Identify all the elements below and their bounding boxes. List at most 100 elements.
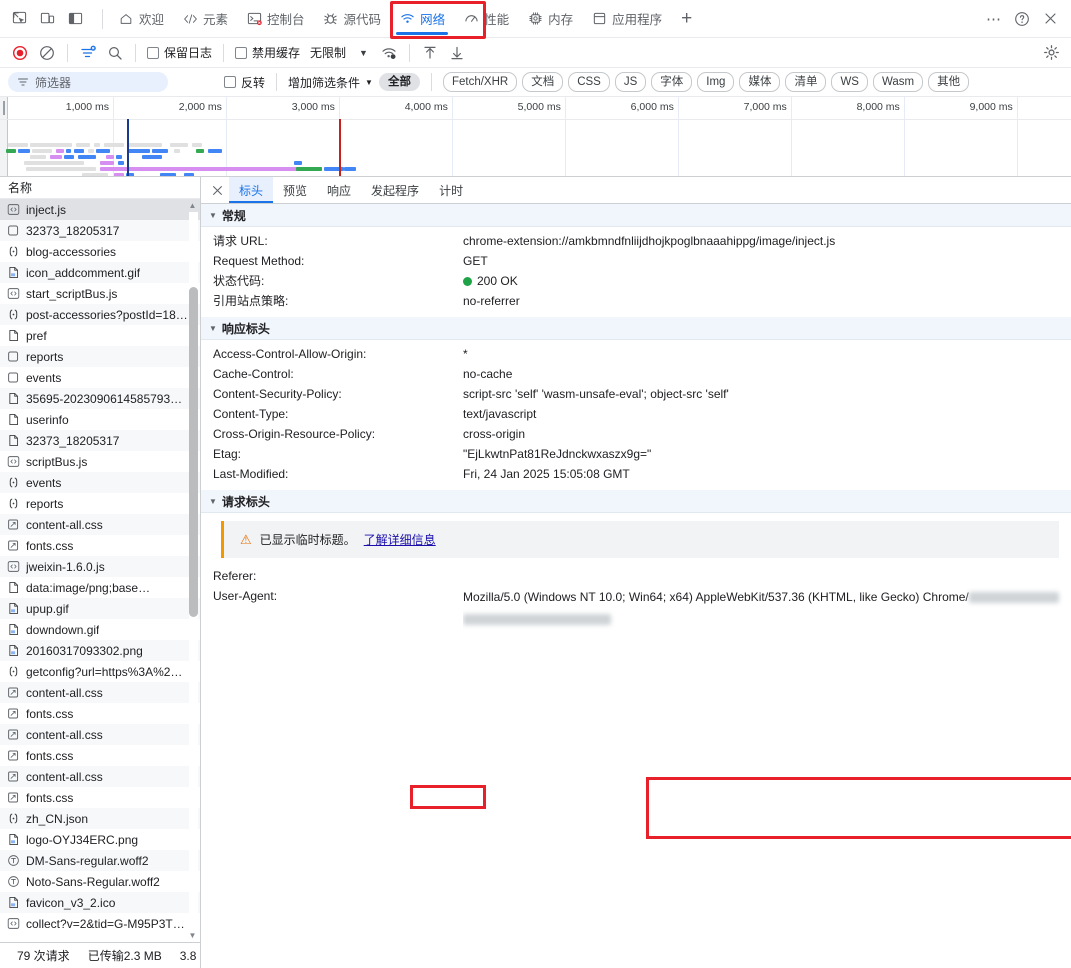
request-list-item[interactable]: fonts.css	[0, 787, 200, 808]
request-list-item[interactable]: 35695-20230906145857937…	[0, 388, 200, 409]
request-list-item[interactable]: reports	[0, 346, 200, 367]
tab-welcome[interactable]: 欢迎	[109, 0, 173, 37]
detail-tab-response[interactable]: 响应	[317, 177, 361, 203]
request-list-item[interactable]: icon_addcomment.gif	[0, 262, 200, 283]
tab-network[interactable]: 网络	[390, 0, 454, 37]
scroll-up-arrow[interactable]: ▲	[186, 199, 199, 212]
request-list-item[interactable]: fonts.css	[0, 535, 200, 556]
request-list-item[interactable]: events	[0, 367, 200, 388]
chevron-down-icon[interactable]: ▼	[353, 48, 374, 58]
record-button[interactable]	[8, 41, 32, 65]
request-list-item[interactable]: userinfo	[0, 409, 200, 430]
more-options-icon[interactable]: ⋯	[981, 6, 1007, 32]
tab-elements[interactable]: 元素	[173, 0, 237, 37]
filter-toggle-icon[interactable]	[76, 41, 100, 65]
request-list-item[interactable]: zh_CN.json	[0, 808, 200, 829]
request-list-item[interactable]: DM-Sans-regular.woff2	[0, 850, 200, 871]
performance-icon	[463, 11, 479, 27]
search-button[interactable]	[103, 41, 127, 65]
request-list-item[interactable]: post-accessories?postId=18…	[0, 304, 200, 325]
request-list-item[interactable]: 32373_18205317	[0, 430, 200, 451]
kv-key: Content-Type:	[213, 404, 463, 424]
request-list-item[interactable]: pref	[0, 325, 200, 346]
scrollbar-thumb[interactable]	[189, 287, 198, 617]
type-chip-font[interactable]: 字体	[651, 72, 692, 92]
type-chip-media[interactable]: 媒体	[739, 72, 780, 92]
type-chip-other[interactable]: 其他	[928, 72, 969, 92]
request-list-item[interactable]: logo-OYJ34ERC.png	[0, 829, 200, 850]
request-list-item[interactable]: Noto-Sans-Regular.woff2	[0, 871, 200, 892]
close-devtools-icon[interactable]	[1037, 6, 1063, 32]
request-list-item[interactable]: 32373_18205317	[0, 220, 200, 241]
invert-checkbox[interactable]: 反转	[224, 74, 265, 91]
request-list-scroll[interactable]: inject.js32373_18205317blog-accessoriesi…	[0, 199, 200, 942]
request-list-item[interactable]: content-all.css	[0, 766, 200, 787]
inspect-element-icon[interactable]	[6, 6, 32, 32]
request-list-item[interactable]: scriptBus.js	[0, 451, 200, 472]
filter-input[interactable]: 筛选器	[8, 72, 168, 92]
request-list-item[interactable]: content-all.css	[0, 682, 200, 703]
section-response-headers-header[interactable]: ▼ 响应标头	[201, 317, 1071, 340]
more-filters-dropdown[interactable]: 增加筛选条件 ▼	[288, 74, 373, 91]
clear-button[interactable]	[35, 41, 59, 65]
tab-performance[interactable]: 性能	[454, 0, 518, 37]
type-chip-manifest[interactable]: 清单	[785, 72, 826, 92]
tab-console[interactable]: 控制台	[237, 0, 314, 37]
type-chip-all[interactable]: 全部	[379, 73, 420, 91]
tab-welcome-label: 欢迎	[139, 9, 164, 28]
request-list-item-label: upup.gif	[26, 602, 69, 616]
detail-tab-preview[interactable]: 预览	[273, 177, 317, 203]
disable-cache-checkbox[interactable]: 禁用缓存	[232, 44, 303, 61]
request-list-item[interactable]: favicon_v3_2.ico	[0, 892, 200, 913]
request-list-item[interactable]: 20160317093302.png	[0, 640, 200, 661]
request-list-item[interactable]: fonts.css	[0, 745, 200, 766]
kv-value[interactable]: chrome-extension://amkbmndfnliijdhojkpog…	[463, 231, 1071, 251]
overview-left-handle[interactable]	[0, 97, 8, 177]
detail-tab-timing[interactable]: 计时	[429, 177, 473, 203]
tab-sources[interactable]: 源代码	[314, 0, 391, 37]
request-list-item[interactable]: jweixin-1.6.0.js	[0, 556, 200, 577]
request-list-item[interactable]: content-all.css	[0, 514, 200, 535]
close-detail-icon[interactable]	[205, 178, 229, 202]
type-chip-ws[interactable]: WS	[831, 72, 868, 92]
tab-memory[interactable]: 内存	[518, 0, 582, 37]
request-list-item[interactable]: fonts.css	[0, 703, 200, 724]
network-conditions-icon[interactable]	[377, 41, 401, 65]
settings-gear-icon[interactable]	[1039, 41, 1063, 65]
help-icon[interactable]	[1009, 6, 1035, 32]
type-chip-css[interactable]: CSS	[568, 72, 610, 92]
request-list-item[interactable]: reports	[0, 493, 200, 514]
request-list-item[interactable]: upup.gif	[0, 598, 200, 619]
request-list-item[interactable]: start_scriptBus.js	[0, 283, 200, 304]
detail-tab-initiator[interactable]: 发起程序	[361, 177, 429, 203]
request-list-item[interactable]: inject.js	[0, 199, 200, 220]
request-list-item[interactable]: collect?v=2&tid=G-M95P3T…	[0, 913, 200, 934]
tab-application[interactable]: 应用程序	[582, 0, 671, 37]
type-chip-img[interactable]: Img	[697, 72, 734, 92]
request-list-item[interactable]: events	[0, 472, 200, 493]
request-list-item[interactable]: blog-accessories	[0, 241, 200, 262]
import-har-icon[interactable]	[418, 41, 442, 65]
device-toolbar-icon[interactable]	[34, 6, 60, 32]
request-list-item[interactable]: data:image/png;base…	[0, 577, 200, 598]
throttle-select[interactable]: 无限制	[306, 44, 350, 61]
learn-more-link[interactable]: 了解详细信息	[364, 531, 436, 548]
export-har-icon[interactable]	[445, 41, 469, 65]
section-request-headers-header[interactable]: ▼ 请求标头	[201, 490, 1071, 513]
type-chip-wasm[interactable]: Wasm	[873, 72, 923, 92]
request-list-item[interactable]: downdown.gif	[0, 619, 200, 640]
network-overview-timeline[interactable]: 1,000 ms2,000 ms3,000 ms4,000 ms5,000 ms…	[0, 97, 1071, 177]
type-chip-js[interactable]: JS	[615, 72, 646, 92]
scroll-down-arrow[interactable]: ▼	[186, 929, 199, 942]
type-chip-fetch-xhr[interactable]: Fetch/XHR	[443, 72, 517, 92]
toolbar-divider-3	[223, 44, 224, 62]
preserve-log-checkbox[interactable]: 保留日志	[144, 44, 215, 61]
request-list-item[interactable]: getconfig?url=https%3A%2…	[0, 661, 200, 682]
request-list-item[interactable]: content-all.css	[0, 724, 200, 745]
request-list-panel: 名称 inject.js32373_18205317blog-accessori…	[0, 177, 201, 968]
section-general-header[interactable]: ▼ 常规	[201, 204, 1071, 227]
type-chip-doc[interactable]: 文档	[522, 72, 563, 92]
add-tab-button[interactable]: +	[671, 9, 702, 28]
dock-side-icon[interactable]	[62, 6, 88, 32]
detail-tab-headers[interactable]: 标头	[229, 177, 273, 203]
